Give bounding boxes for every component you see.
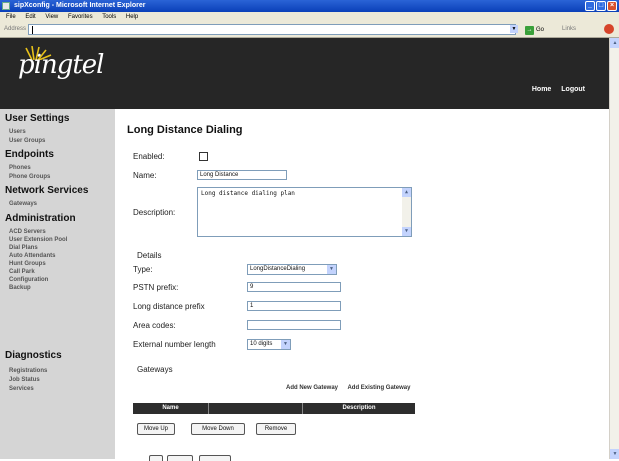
description-value: Long distance dialing plan: [201, 190, 295, 197]
sidebar: User Settings Users User Groups Endpoint…: [0, 109, 115, 459]
window-titlebar: sipXconfig - Microsoft Internet Explorer…: [0, 0, 619, 12]
gateways-table-header: Name Description: [133, 403, 415, 414]
gateway-links: Add New Gateway Add Existing Gateway: [286, 385, 418, 391]
pstn-prefix-label: PSTN prefix:: [133, 283, 179, 292]
description-field[interactable]: Long distance dialing plan ▲ ▼: [197, 187, 412, 237]
partial-button-1[interactable]: [149, 455, 163, 461]
ie-throbber-icon: [604, 24, 614, 34]
column-blank: [209, 403, 303, 414]
description-scrollbar[interactable]: ▲ ▼: [402, 188, 411, 236]
sidebar-section-user-settings: User Settings: [5, 113, 70, 124]
menu-tools[interactable]: Tools: [102, 14, 116, 20]
go-button[interactable]: → Go: [525, 25, 544, 35]
move-up-button[interactable]: Move Up: [137, 423, 175, 435]
address-input[interactable]: [28, 24, 516, 35]
maximize-icon[interactable]: □: [596, 1, 606, 11]
partial-button-2[interactable]: [167, 455, 193, 461]
menu-file[interactable]: File: [6, 14, 16, 20]
sidebar-section-administration: Administration: [5, 213, 76, 224]
menu-edit[interactable]: Edit: [25, 14, 35, 20]
type-label: Type:: [133, 265, 153, 274]
sidebar-item-call-park[interactable]: Call Park: [9, 269, 35, 275]
sidebar-item-backup[interactable]: Backup: [9, 285, 31, 291]
long-distance-prefix-field[interactable]: 1: [247, 301, 341, 311]
external-number-length-label: External number length: [133, 340, 216, 349]
details-label: Details: [137, 251, 162, 260]
name-field[interactable]: Long Distance: [197, 170, 287, 180]
scroll-down-icon[interactable]: ▼: [610, 449, 619, 459]
sidebar-item-phone-groups[interactable]: Phone Groups: [9, 174, 50, 180]
sidebar-item-auto-attendants[interactable]: Auto Attendants: [9, 253, 55, 259]
top-nav: Home Logout: [524, 86, 585, 93]
enabled-label: Enabled:: [133, 152, 165, 161]
sidebar-item-phones[interactable]: Phones: [9, 165, 31, 171]
sidebar-item-user-groups[interactable]: User Groups: [9, 138, 45, 144]
description-scroll-up-icon[interactable]: ▲: [402, 188, 411, 197]
menu-view[interactable]: View: [45, 14, 58, 20]
chevron-down-icon: ▼: [327, 265, 336, 274]
minimize-icon[interactable]: _: [585, 1, 595, 11]
go-arrow-icon: →: [525, 25, 534, 35]
sidebar-item-configuration[interactable]: Configuration: [9, 277, 48, 283]
add-new-gateway-link[interactable]: Add New Gateway: [286, 385, 338, 391]
window-title: sipXconfig - Microsoft Internet Explorer: [14, 2, 146, 9]
address-dropdown-icon[interactable]: ▼: [510, 25, 518, 33]
name-label: Name:: [133, 171, 157, 180]
external-number-length-value: 10 digits: [250, 341, 273, 347]
description-label: Description:: [133, 208, 176, 217]
sidebar-section-endpoints: Endpoints: [5, 149, 54, 160]
menu-help[interactable]: Help: [126, 14, 138, 20]
page-title: Long Distance Dialing: [127, 124, 243, 136]
home-link[interactable]: Home: [532, 86, 551, 93]
close-icon[interactable]: ×: [607, 1, 617, 11]
sidebar-item-hunt-groups[interactable]: Hunt Groups: [9, 261, 46, 267]
external-number-length-select[interactable]: 10 digits ▼: [247, 339, 291, 350]
add-existing-gateway-link[interactable]: Add Existing Gateway: [347, 385, 410, 391]
text-cursor: [32, 26, 33, 34]
sidebar-section-diagnostics: Diagnostics: [5, 350, 62, 361]
app-header: pingtel Home Logout: [0, 38, 609, 109]
sidebar-section-network-services: Network Services: [5, 185, 89, 196]
pingtel-logo[interactable]: pingtel: [18, 50, 104, 80]
sidebar-item-users[interactable]: Users: [9, 129, 26, 135]
pstn-prefix-field[interactable]: 9: [247, 282, 341, 292]
sidebar-item-registrations[interactable]: Registrations: [9, 368, 47, 374]
description-scroll-down-icon[interactable]: ▼: [402, 227, 411, 236]
go-label: Go: [536, 27, 545, 33]
area-codes-field[interactable]: [247, 320, 341, 330]
address-label: Address: [4, 26, 27, 32]
move-down-button[interactable]: Move Down: [191, 423, 245, 435]
sidebar-item-acd-servers[interactable]: ACD Servers: [9, 229, 46, 235]
logout-link[interactable]: Logout: [561, 86, 585, 93]
sidebar-item-gateways[interactable]: Gateways: [9, 201, 37, 207]
menubar: File Edit View Favorites Tools Help: [0, 12, 619, 22]
type-select[interactable]: LongDistanceDialing ▼: [247, 264, 337, 275]
sidebar-item-dial-plans[interactable]: Dial Plans: [9, 245, 38, 251]
remove-button[interactable]: Remove: [256, 423, 296, 435]
partial-button-3[interactable]: [199, 455, 231, 461]
gateways-label: Gateways: [137, 365, 173, 374]
long-distance-prefix-label: Long distance prefix: [133, 302, 205, 311]
partially-visible-buttons: [149, 453, 233, 461]
area-codes-label: Area codes:: [133, 321, 176, 330]
main-content: Long Distance Dialing Enabled: Name: Lon…: [115, 109, 609, 461]
sidebar-item-user-extension-pool[interactable]: User Extension Pool: [9, 237, 67, 243]
page-scrollbar[interactable]: ▲ ▼: [609, 38, 619, 459]
sidebar-item-job-status[interactable]: Job Status: [9, 377, 40, 383]
address-bar: Address ▼ → Go Links: [0, 22, 619, 38]
column-description[interactable]: Description: [303, 403, 415, 414]
column-name[interactable]: Name: [133, 403, 209, 414]
sidebar-item-services[interactable]: Services: [9, 386, 34, 392]
type-select-value: LongDistanceDialing: [250, 266, 306, 272]
scroll-up-icon[interactable]: ▲: [610, 38, 619, 48]
menu-favorites[interactable]: Favorites: [68, 14, 93, 20]
app-icon: [2, 2, 10, 10]
links-button[interactable]: Links: [562, 26, 576, 32]
chevron-down-icon: ▼: [281, 340, 290, 349]
enabled-checkbox[interactable]: [199, 152, 208, 161]
